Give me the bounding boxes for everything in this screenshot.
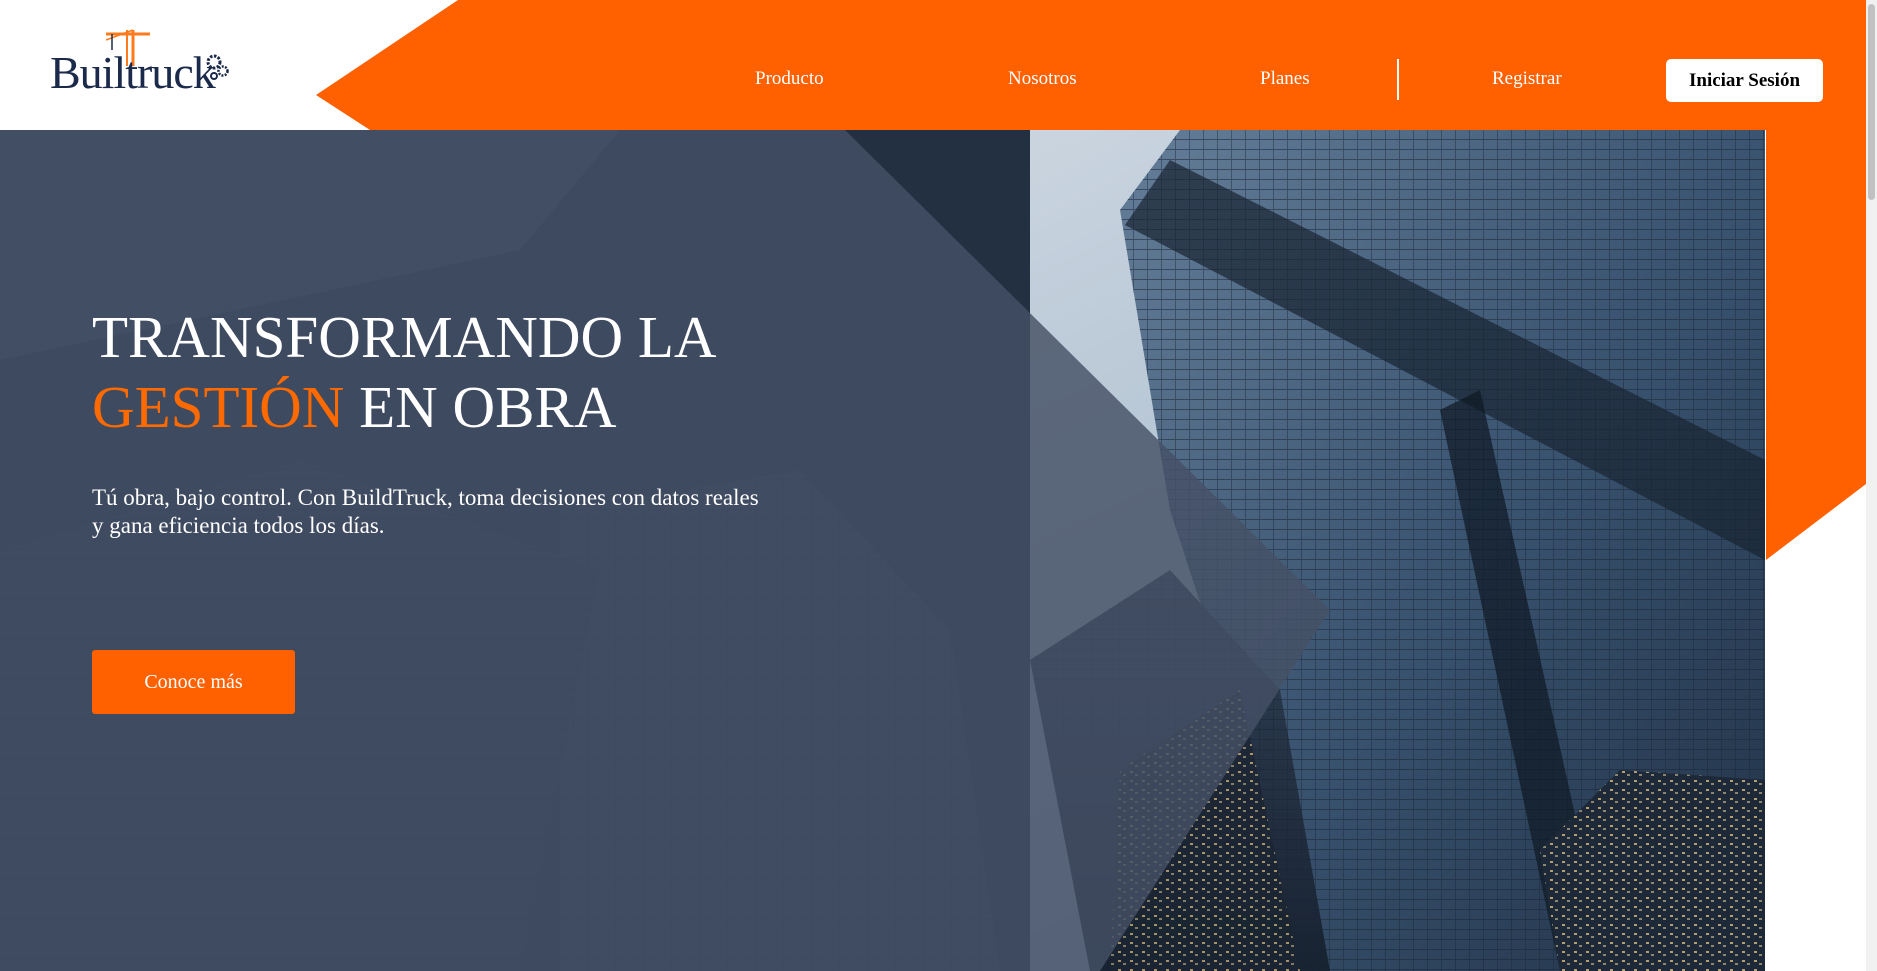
learn-more-button[interactable]: Conoce más: [92, 650, 295, 714]
hero-title-line2: EN OBRA: [344, 374, 617, 440]
hero-title: TRANSFORMANDO LA GESTIÓN EN OBRA: [92, 302, 716, 442]
hero-subtitle: Tú obra, bajo control. Con BuildTruck, t…: [92, 485, 759, 538]
page: Builtruck Producto Nosotros Planes Regis…: [0, 0, 1877, 971]
hero-title-line1: TRANSFORMANDO LA: [92, 304, 717, 370]
skyscrapers-hero-image: [0, 130, 1765, 971]
nav-link-registrar[interactable]: Registrar: [1492, 68, 1562, 90]
nav-link-producto[interactable]: Producto: [755, 68, 824, 90]
nav-link-nosotros[interactable]: Nosotros: [1008, 68, 1077, 90]
nav-link-planes[interactable]: Planes: [1260, 68, 1310, 90]
hero-title-accent: GESTIÓN: [92, 374, 345, 440]
scrollbar-thumb[interactable]: [1868, 4, 1875, 200]
login-button[interactable]: Iniciar Sesión: [1666, 59, 1823, 102]
hero-section: TRANSFORMANDO LA GESTIÓN EN OBRA Tú obra…: [0, 130, 1765, 971]
nav-divider: [1397, 59, 1399, 100]
page-scrollbar[interactable]: [1866, 0, 1877, 971]
main-navigation: Producto Nosotros Planes Registrar Inici…: [0, 0, 1877, 130]
